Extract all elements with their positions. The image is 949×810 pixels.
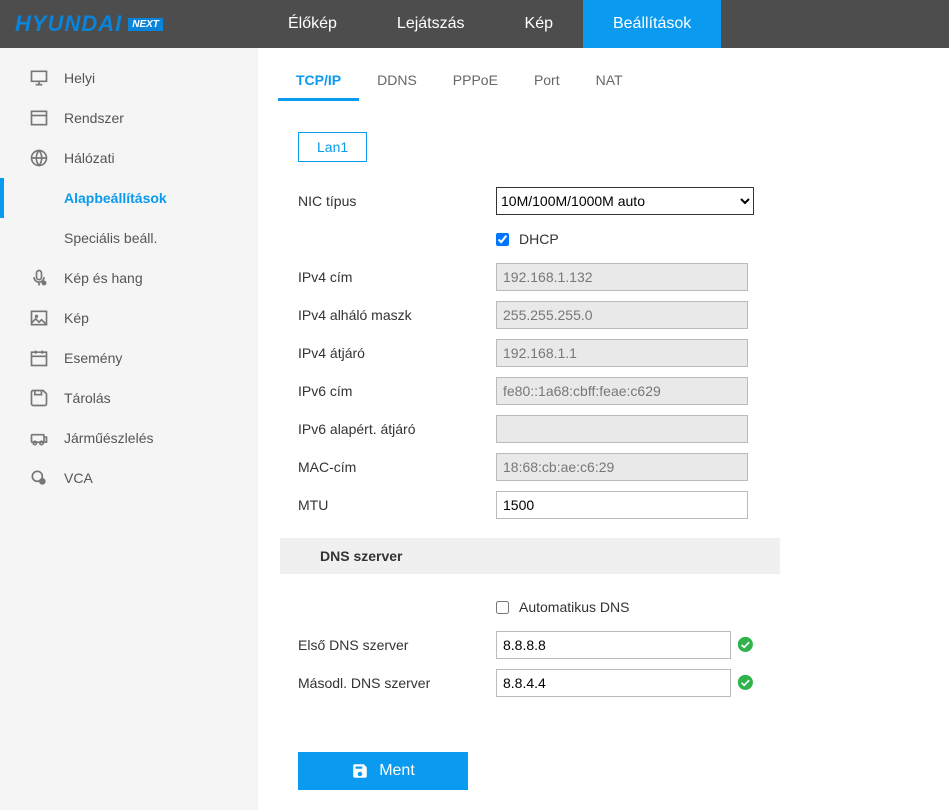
check-ok-icon bbox=[737, 636, 754, 654]
topnav-item-3[interactable]: Beállítások bbox=[583, 0, 721, 48]
ipv4-mask-input[interactable] bbox=[496, 301, 748, 329]
globe-icon bbox=[28, 147, 50, 169]
window-icon bbox=[28, 107, 50, 129]
sidebar-item-3[interactable]: Kép és hang bbox=[0, 258, 258, 298]
row-ipv4-addr: IPv4 cím bbox=[298, 258, 949, 296]
form-area: Lan1 NIC típus 10M/100M/1000M auto DHCP … bbox=[258, 102, 949, 790]
sidebar-item-4[interactable]: Kép bbox=[0, 298, 258, 338]
nic-type-select[interactable]: 10M/100M/1000M auto bbox=[496, 187, 754, 215]
top-nav: ÉlőképLejátszásKépBeállítások bbox=[258, 0, 949, 48]
logo-badge: NEXT bbox=[128, 18, 163, 31]
tab-nat[interactable]: NAT bbox=[578, 62, 641, 101]
ipv6-addr-label: IPv6 cím bbox=[298, 383, 496, 399]
row-dns2: Másodl. DNS szerver bbox=[298, 664, 949, 702]
save-button-label: Ment bbox=[379, 762, 415, 780]
dns2-label: Másodl. DNS szerver bbox=[298, 675, 496, 691]
header: HYUNDAI NEXT ÉlőképLejátszásKépBeállítás… bbox=[0, 0, 949, 48]
row-nic-type: NIC típus 10M/100M/1000M auto bbox=[298, 182, 949, 220]
mac-input[interactable] bbox=[496, 453, 748, 481]
row-auto-dns: Automatikus DNS bbox=[298, 588, 949, 626]
sidebar-item-label: Tárolás bbox=[64, 390, 111, 406]
sidebar-item-7[interactable]: Járműészlelés bbox=[0, 418, 258, 458]
topnav-item-0[interactable]: Élőkép bbox=[258, 0, 367, 48]
sidebar-item-label: Helyi bbox=[64, 70, 95, 86]
sidebar-item-label: Kép és hang bbox=[64, 270, 143, 286]
sidebar-item-label: Hálózati bbox=[64, 150, 115, 166]
topnav-item-2[interactable]: Kép bbox=[495, 0, 583, 48]
row-ipv4-gw: IPv4 átjáró bbox=[298, 334, 949, 372]
sidebar-item-0[interactable]: Helyi bbox=[0, 58, 258, 98]
sidebar-item-2[interactable]: Hálózati bbox=[0, 138, 258, 178]
sidebar-item-label: Esemény bbox=[64, 350, 122, 366]
sidebar-item-label: Járműészlelés bbox=[64, 430, 153, 446]
row-ipv4-mask: IPv4 alháló maszk bbox=[298, 296, 949, 334]
ipv4-addr-input[interactable] bbox=[496, 263, 748, 291]
dhcp-label: DHCP bbox=[519, 231, 559, 247]
ipv4-gw-label: IPv4 átjáró bbox=[298, 345, 496, 361]
content: TCP/IPDDNSPPPoEPortNAT Lan1 NIC típus 10… bbox=[258, 48, 949, 810]
sidebar-item-1[interactable]: Rendszer bbox=[0, 98, 258, 138]
dhcp-checkbox[interactable] bbox=[496, 233, 509, 246]
vca-icon bbox=[28, 467, 50, 489]
logo: HYUNDAI NEXT bbox=[0, 11, 258, 37]
row-ipv6-gw: IPv6 alapért. átjáró bbox=[298, 410, 949, 448]
main: Helyi Rendszer Hálózati AlapbeállításokSpec… bbox=[0, 48, 949, 810]
sidebar-item-label: VCA bbox=[64, 470, 93, 486]
calendar-icon bbox=[28, 347, 50, 369]
sidebar-sub-2-0[interactable]: Alapbeállítások bbox=[0, 178, 258, 218]
logo-text: HYUNDAI bbox=[15, 11, 122, 37]
ipv4-gw-input[interactable] bbox=[496, 339, 748, 367]
ipv6-addr-input[interactable] bbox=[496, 377, 748, 405]
sidebar-item-8[interactable]: VCA bbox=[0, 458, 258, 498]
sidebar-item-label: Rendszer bbox=[64, 110, 124, 126]
monitor-icon bbox=[28, 67, 50, 89]
vehicle-icon bbox=[28, 427, 50, 449]
row-ipv6-addr: IPv6 cím bbox=[298, 372, 949, 410]
mtu-label: MTU bbox=[298, 497, 496, 513]
tab-bar: TCP/IPDDNSPPPoEPortNAT bbox=[258, 48, 949, 102]
tab-port[interactable]: Port bbox=[516, 62, 578, 101]
tab-ddns[interactable]: DDNS bbox=[359, 62, 435, 101]
ipv6-gw-label: IPv6 alapért. átjáró bbox=[298, 421, 496, 437]
sidebar-sub-2-1[interactable]: Speciális beáll. bbox=[0, 218, 258, 258]
mac-label: MAC-cím bbox=[298, 459, 496, 475]
ipv6-gw-input[interactable] bbox=[496, 415, 748, 443]
sidebar: Helyi Rendszer Hálózati AlapbeállításokSpec… bbox=[0, 48, 258, 810]
dns1-label: Első DNS szerver bbox=[298, 637, 496, 653]
mtu-input[interactable] bbox=[496, 491, 748, 519]
tab-pppoe[interactable]: PPPoE bbox=[435, 62, 516, 101]
tab-tcpip[interactable]: TCP/IP bbox=[278, 62, 359, 101]
check-ok-icon bbox=[737, 674, 754, 692]
sidebar-item-6[interactable]: Tárolás bbox=[0, 378, 258, 418]
lan-tab[interactable]: Lan1 bbox=[298, 132, 367, 162]
save-icon bbox=[28, 387, 50, 409]
sidebar-item-label: Kép bbox=[64, 310, 89, 326]
topnav-item-1[interactable]: Lejátszás bbox=[367, 0, 495, 48]
ipv4-mask-label: IPv4 alháló maszk bbox=[298, 307, 496, 323]
dns1-input[interactable] bbox=[496, 631, 731, 659]
sidebar-item-5[interactable]: Esemény bbox=[0, 338, 258, 378]
ipv4-addr-label: IPv4 cím bbox=[298, 269, 496, 285]
row-mtu: MTU bbox=[298, 486, 949, 524]
image-icon bbox=[28, 307, 50, 329]
dns-section-header: DNS szerver bbox=[280, 538, 780, 574]
row-dhcp: DHCP bbox=[298, 220, 949, 258]
auto-dns-label: Automatikus DNS bbox=[519, 599, 629, 615]
row-mac: MAC-cím bbox=[298, 448, 949, 486]
auto-dns-checkbox[interactable] bbox=[496, 601, 509, 614]
mic-icon bbox=[28, 267, 50, 289]
save-button[interactable]: Ment bbox=[298, 752, 468, 790]
nic-type-label: NIC típus bbox=[298, 193, 496, 209]
row-dns1: Első DNS szerver bbox=[298, 626, 949, 664]
dns2-input[interactable] bbox=[496, 669, 731, 697]
